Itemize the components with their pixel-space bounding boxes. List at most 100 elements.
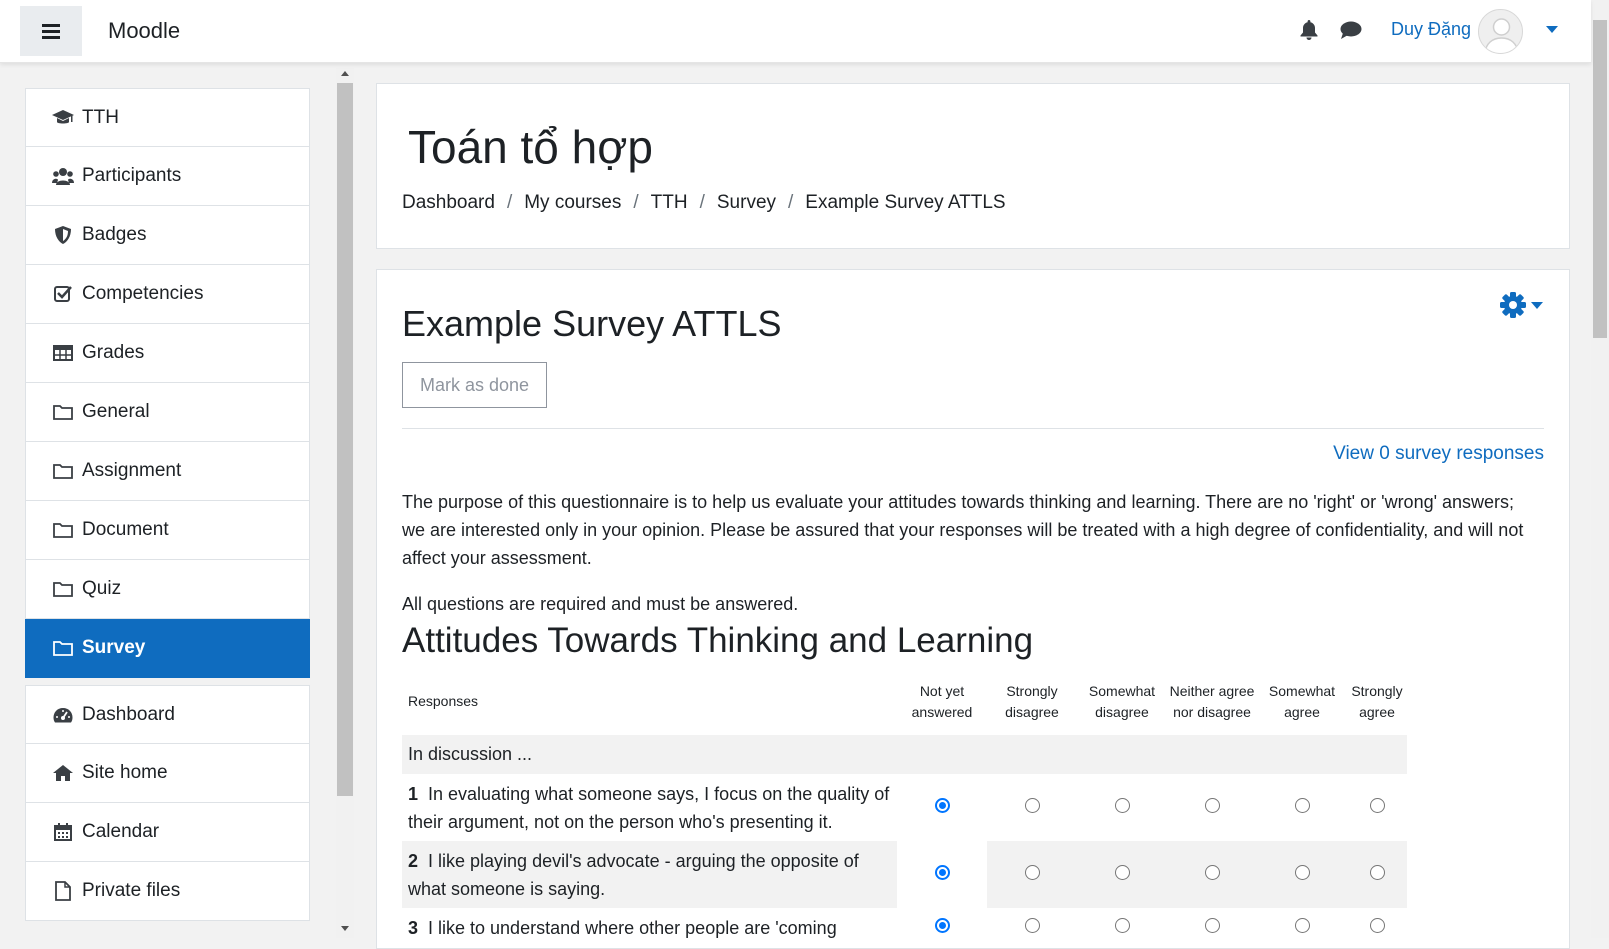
response-radio[interactable] <box>934 797 950 813</box>
breadcrumb-separator: / <box>699 192 705 213</box>
page-scrollbar-thumb[interactable] <box>1593 20 1607 338</box>
messages-icon[interactable] <box>1340 21 1362 39</box>
question-row: 3 I like to understand where other people… <box>402 908 1434 947</box>
sidebar-item-label: Badges <box>82 224 147 245</box>
column-header: Somewhat disagree <box>1088 682 1156 720</box>
mark-as-done-button[interactable]: Mark as done <box>402 362 547 408</box>
column-header: Not yet answered <box>911 682 973 720</box>
calendar-icon <box>52 823 74 841</box>
column-header: Strongly agree <box>1351 682 1403 720</box>
sidebar-item-label: Private files <box>82 880 181 901</box>
response-radio[interactable] <box>934 917 950 933</box>
users-icon <box>52 167 74 185</box>
sidebar-item-assignment[interactable]: Assignment <box>25 442 310 501</box>
avatar[interactable] <box>1478 9 1523 54</box>
sidebar-item-label: Document <box>82 519 169 540</box>
response-radio[interactable] <box>1369 864 1385 880</box>
sidebar-item-label: Site home <box>82 762 168 783</box>
breadcrumb: Dashboard / My courses / TTH / Survey / … <box>402 192 1006 214</box>
sidebar-item-label: Competencies <box>82 283 204 304</box>
response-radio[interactable] <box>1024 917 1040 933</box>
drawer-scrollbar-thumb[interactable] <box>337 83 353 796</box>
breadcrumb-item[interactable]: Example Survey ATTLS <box>805 192 1005 214</box>
response-radio[interactable] <box>1114 917 1130 933</box>
column-header: Neither agree nor disagree <box>1169 682 1255 720</box>
activity-actions-menu[interactable] <box>1500 292 1543 318</box>
question-text-cell: 2I like playing devil's advocate - argui… <box>402 841 897 908</box>
activity-title: Example Survey ATTLS <box>402 303 782 344</box>
scroll-down-arrow-icon[interactable] <box>341 926 349 931</box>
sidebar-item-label: Participants <box>82 165 182 186</box>
column-header: Somewhat agree <box>1268 682 1336 720</box>
response-radio[interactable] <box>1369 797 1385 813</box>
sidebar-item-label: Quiz <box>82 578 122 599</box>
main-content: Example Survey ATTLS Mark as done View 0… <box>376 269 1570 949</box>
sidebar-item-site-home[interactable]: Site home <box>25 744 310 803</box>
response-radio[interactable] <box>1024 864 1040 880</box>
view-responses-link[interactable]: View 0 survey responses <box>1333 443 1544 465</box>
site-brand[interactable]: Moodle <box>108 18 180 44</box>
sidebar-item-private-files[interactable]: Private files <box>25 862 310 921</box>
breadcrumb-separator: / <box>506 192 513 213</box>
breadcrumb-item[interactable]: Survey <box>717 192 776 214</box>
hamburger-icon <box>42 23 60 39</box>
response-radio[interactable] <box>1294 864 1310 880</box>
column-header: Strongly disagree <box>1005 682 1059 720</box>
drawer-scrollbar[interactable] <box>336 68 354 938</box>
question-number: 3 <box>408 918 419 938</box>
section-title: Attitudes Towards Thinking and Learning <box>402 621 1034 660</box>
response-radio[interactable] <box>1294 917 1310 933</box>
sidebar-item-general[interactable]: General <box>25 383 310 442</box>
response-radio[interactable] <box>1369 917 1385 933</box>
nav-drawer-site-section: Dashboard Site home Calendar Private files <box>25 685 310 921</box>
scroll-up-arrow-icon[interactable] <box>341 71 349 76</box>
breadcrumb-item[interactable]: Dashboard <box>402 192 495 214</box>
page-scrollbar[interactable] <box>1591 0 1609 938</box>
user-name[interactable]: Duy Đặng <box>1391 19 1471 40</box>
sidebar-item-tth[interactable]: TTH <box>25 88 310 147</box>
response-radio[interactable] <box>1204 917 1220 933</box>
sidebar-item-survey[interactable]: Survey <box>25 619 310 678</box>
breadcrumb-item[interactable]: TTH <box>651 192 688 214</box>
sidebar-item-label: TTH <box>82 106 119 128</box>
question-number: 1 <box>408 784 419 804</box>
sidebar-item-document[interactable]: Document <box>25 501 310 560</box>
question-row: 2I like playing devil's advocate - argui… <box>402 841 1434 908</box>
user-menu-caret-icon[interactable] <box>1546 26 1558 33</box>
menu-toggle-button[interactable] <box>20 6 82 56</box>
page-title: Toán tổ hợp <box>408 121 654 173</box>
breadcrumb-item[interactable]: My courses <box>524 192 621 214</box>
sidebar-item-quiz[interactable]: Quiz <box>25 560 310 619</box>
required-note: All questions are required and must be a… <box>402 594 799 614</box>
nav-drawer: TTH Participants Badges Competencies Grades G… <box>25 88 310 921</box>
sidebar-item-competencies[interactable]: Competencies <box>25 265 310 324</box>
response-radio[interactable] <box>1114 797 1130 813</box>
question-number: 2 <box>408 851 419 871</box>
home-icon <box>52 765 74 781</box>
question-text: I like playing devil's advocate - arguin… <box>408 851 859 899</box>
graduation-cap-icon <box>52 109 74 126</box>
sidebar-item-badges[interactable]: Badges <box>25 206 310 265</box>
folder-icon <box>52 522 74 538</box>
response-radio[interactable] <box>1294 797 1310 813</box>
response-radio[interactable] <box>1024 797 1040 813</box>
response-radio[interactable] <box>1204 864 1220 880</box>
question-row: 1 In evaluating what someone says, I focu… <box>402 774 1434 841</box>
divider <box>402 428 1544 429</box>
question-text-cell: 1 In evaluating what someone says, I focu… <box>402 774 897 841</box>
sidebar-item-calendar[interactable]: Calendar <box>25 803 310 862</box>
survey-intro: The purpose of this questionnaire is to … <box>402 492 1524 568</box>
response-radio[interactable] <box>1204 797 1220 813</box>
notification-bell-icon[interactable] <box>1300 20 1318 40</box>
top-navbar: Moodle Duy Đặng <box>0 0 1591 63</box>
folder-icon <box>52 581 74 597</box>
response-radio[interactable] <box>1114 864 1130 880</box>
sidebar-item-dashboard[interactable]: Dashboard <box>25 685 310 744</box>
sidebar-item-grades[interactable]: Grades <box>25 324 310 383</box>
folder-icon <box>52 640 74 656</box>
response-radio[interactable] <box>934 864 950 880</box>
check-square-icon <box>52 285 74 303</box>
course-header: Toán tổ hợp Dashboard / My courses / TTH… <box>376 83 1570 249</box>
sidebar-item-label: Calendar <box>82 821 160 842</box>
sidebar-item-participants[interactable]: Participants <box>25 147 310 206</box>
